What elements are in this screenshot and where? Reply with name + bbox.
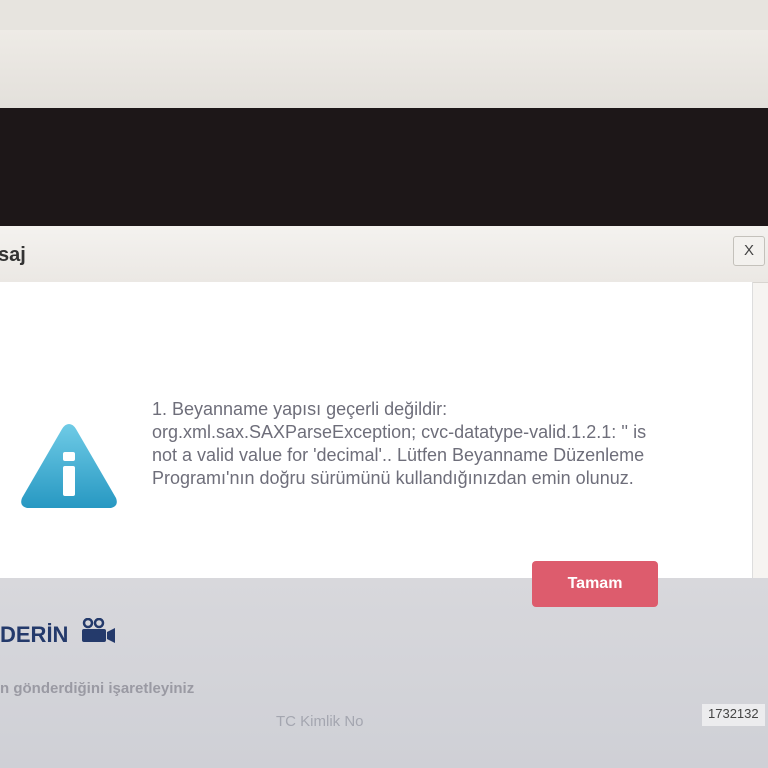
- dialog-header: saj X: [0, 226, 768, 283]
- error-message: 1. Beyanname yapısı geçerli değildir: or…: [152, 399, 647, 488]
- ok-button[interactable]: Tamam: [532, 561, 658, 607]
- page-heading: DERİN: [0, 622, 69, 647]
- video-camera-icon: [82, 618, 115, 643]
- tc-kimlik-label: TC Kimlik No: [276, 713, 364, 730]
- close-button[interactable]: X: [733, 236, 765, 266]
- address-bar[interactable]: c0739044bcd8b6b7f4dcb23428747e28cc423cbb…: [0, 0, 768, 30]
- dialog-title: saj: [0, 244, 26, 266]
- dialog-body: 1. Beyanname yapısı geçerli değildir: or…: [0, 282, 753, 607]
- instruction-text: n gönderdiğini işaretleyiniz: [0, 680, 195, 697]
- page-banner: [0, 108, 768, 226]
- warning-info-icon: [21, 424, 117, 508]
- message-dialog: saj X 1. Beyanname yapısı geçerli değild…: [0, 226, 768, 607]
- tc-kimlik-field[interactable]: 1732132: [702, 704, 765, 726]
- page-header-area: [0, 30, 768, 108]
